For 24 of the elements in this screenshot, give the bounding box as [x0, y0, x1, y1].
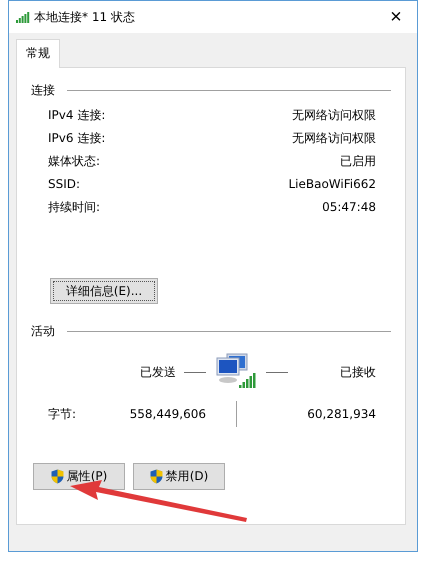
sent-label: 已发送	[140, 364, 176, 380]
section-heading: 活动	[31, 322, 55, 340]
field-value: 无网络访问权限	[292, 106, 376, 124]
close-button[interactable]: ×	[381, 3, 411, 31]
bytes-sent: 558,449,606	[130, 407, 206, 421]
field-value: 已启用	[340, 152, 376, 170]
field-label: IPv6 连接:	[48, 130, 106, 146]
signal-icon	[16, 12, 30, 22]
tab[interactable]: 常规	[16, 39, 60, 68]
section-heading: 连接	[31, 82, 55, 98]
field-label: SSID:	[48, 177, 80, 191]
bytes-received: 60,281,934	[307, 407, 376, 421]
field-label: 媒体状态:	[48, 152, 100, 170]
field-label: 持续时间:	[48, 198, 100, 216]
bytes-label: 字节:	[48, 406, 76, 422]
received-label: 已接收	[340, 364, 376, 380]
field-value: 05:47:48	[322, 200, 376, 214]
field-value: LieBaoWiFi662	[288, 177, 376, 191]
field-value: 无网络访问权限	[292, 130, 376, 146]
field-label: IPv4 连接:	[48, 106, 106, 124]
details-button[interactable]: 详细信息(E)...	[50, 278, 158, 304]
window-title: 本地连接* 11 状态	[34, 8, 136, 26]
shield-button[interactable]: 禁用(D)	[133, 463, 225, 490]
shield-button[interactable]: 属性(P)	[33, 463, 125, 490]
